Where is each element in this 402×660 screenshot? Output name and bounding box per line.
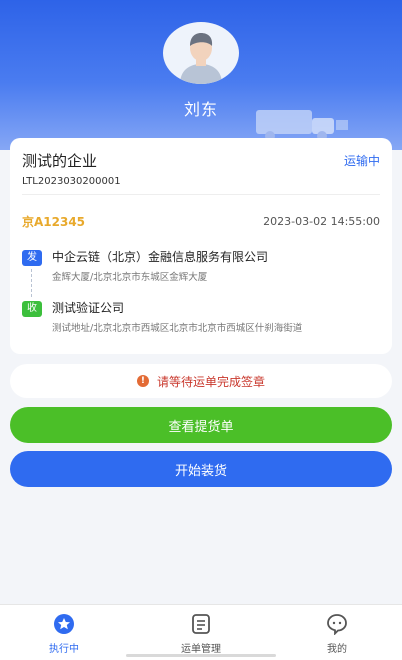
receiver-name: 测试验证公司 xyxy=(52,301,125,315)
order-card[interactable]: 测试的企业 运输中 LTL2023030200001 京A12345 2023-… xyxy=(10,138,392,354)
tab-executing[interactable]: 执行中 xyxy=(14,613,114,655)
tab-order-management[interactable]: 运单管理 xyxy=(151,613,251,655)
user-avatar-icon xyxy=(180,33,222,84)
user-name: 刘东 xyxy=(183,100,218,119)
home-indicator xyxy=(126,654,276,657)
tab-label: 执行中 xyxy=(49,644,79,655)
star-badge-icon xyxy=(54,614,74,634)
divider xyxy=(22,194,380,195)
warning-icon: ! xyxy=(136,375,149,387)
sender-tag: 发 xyxy=(22,250,42,266)
route-connector xyxy=(31,269,32,297)
license-plate: 京A12345 xyxy=(22,215,86,229)
tab-bar: 执行中 运单管理 我的 xyxy=(0,604,402,660)
notice-text: 请等待运单完成签章 xyxy=(156,374,265,389)
receiver-tag: 收 xyxy=(22,301,42,317)
sender-name: 中企云链（北京）金融信息服务有限公司 xyxy=(52,250,269,264)
order-time: 2023-03-02 14:55:00 xyxy=(263,215,380,228)
tab-mine[interactable]: 我的 xyxy=(287,613,387,655)
sender-address: 金辉大厦/北京北京市东城区金辉大厦 xyxy=(52,272,208,283)
tab-label: 运单管理 xyxy=(181,644,221,655)
document-list-icon xyxy=(192,614,210,634)
company-name: 测试的企业 xyxy=(22,152,98,170)
avatar[interactable] xyxy=(163,22,239,84)
receiver-address: 测试地址/北京北京市西城区北京市北京市西城区什刹海街道 xyxy=(52,323,303,334)
status-badge: 运输中 xyxy=(343,154,380,168)
signature-notice: ! 请等待运单完成签章 xyxy=(10,364,392,398)
tab-label: 我的 xyxy=(327,644,347,655)
view-pickup-order-button[interactable]: 查看提货单 xyxy=(10,407,392,443)
order-number: LTL2023030200001 xyxy=(22,176,121,187)
start-loading-button[interactable]: 开始装货 xyxy=(10,451,392,487)
chat-face-icon xyxy=(327,614,347,635)
